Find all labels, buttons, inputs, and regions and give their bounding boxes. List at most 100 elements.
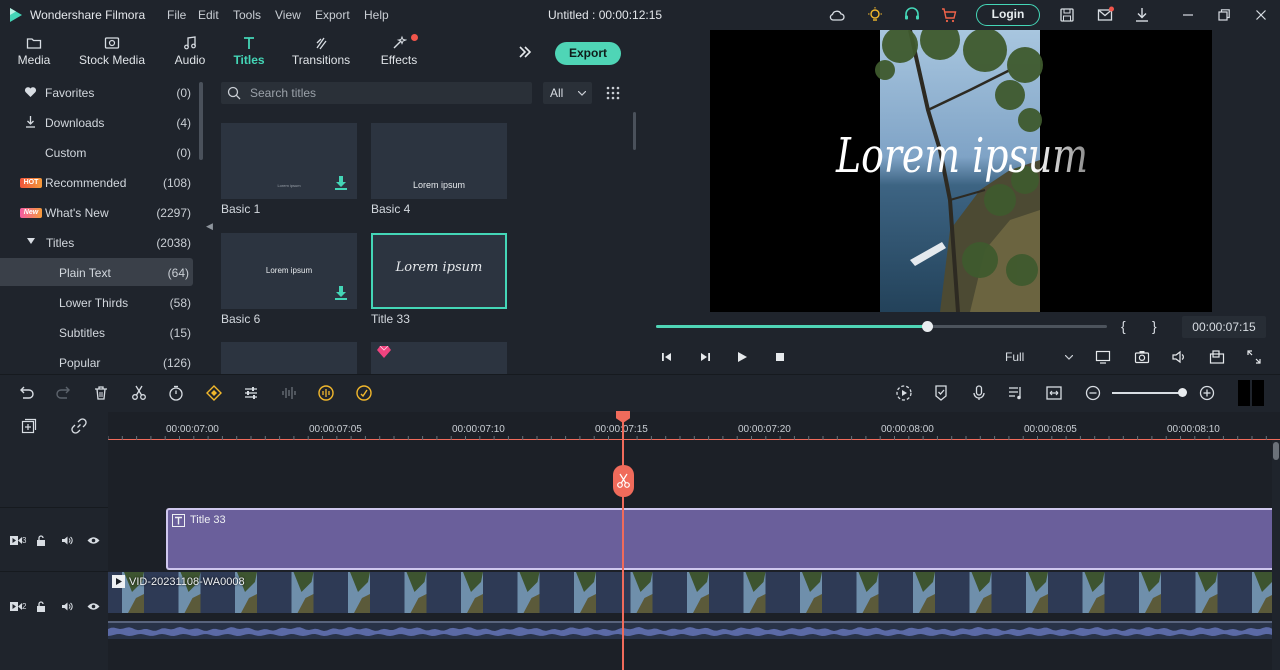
title-thumbnail-title-33[interactable]: Lorem ipsum: [371, 233, 507, 309]
menu-tools[interactable]: Tools: [233, 8, 261, 22]
audio-waveform-icon[interactable]: [280, 384, 298, 402]
playhead-line[interactable]: [622, 412, 624, 670]
add-track-icon[interactable]: [20, 417, 38, 435]
prev-frame-icon[interactable]: [659, 349, 675, 365]
maximize-icon[interactable]: [1215, 6, 1233, 24]
filter-dropdown[interactable]: All: [543, 82, 592, 104]
more-tabs-icon[interactable]: [517, 44, 533, 60]
tab-transitions[interactable]: Transitions: [290, 30, 352, 74]
timeline-vertical-scrollbar[interactable]: [1272, 440, 1280, 670]
timeline-ruler[interactable]: 00:00:07:00 00:00:07:05 00:00:07:10 00:0…: [108, 412, 1280, 440]
sidebar-item-plain-text[interactable]: Plain Text (64): [0, 258, 193, 286]
split-scissors-icon[interactable]: [130, 384, 148, 402]
tab-media[interactable]: Media: [12, 30, 56, 74]
title-thumbnail-basic-4[interactable]: Lorem ipsum: [371, 123, 507, 199]
sidebar-item-titles[interactable]: Titles (2038): [0, 228, 195, 256]
title-thumbnail-basic-1[interactable]: Lorem ipsum: [221, 123, 357, 199]
export-button[interactable]: Export: [555, 42, 621, 65]
microphone-icon[interactable]: [970, 384, 988, 402]
ruler-label: 00:00:07:10: [452, 424, 505, 435]
download-icon[interactable]: [1133, 6, 1151, 24]
split-at-playhead-button[interactable]: [613, 465, 634, 497]
speaker-icon[interactable]: [61, 535, 73, 546]
mail-icon[interactable]: [1096, 6, 1114, 24]
title-thumbnail[interactable]: [221, 342, 357, 374]
pip-icon[interactable]: [1209, 349, 1225, 365]
preview-scrub-handle[interactable]: [921, 321, 933, 332]
undo-icon[interactable]: [17, 384, 35, 402]
mark-in-button[interactable]: {: [1121, 318, 1126, 334]
empty-track-area: [108, 441, 1272, 507]
auto-sync-icon[interactable]: [355, 384, 373, 402]
stop-icon[interactable]: [772, 349, 788, 365]
cloud-icon[interactable]: [828, 6, 846, 24]
menu-export[interactable]: Export: [315, 8, 350, 22]
redo-icon[interactable]: [55, 384, 73, 402]
fit-timeline-icon[interactable]: [1045, 384, 1063, 402]
beat-sync-icon[interactable]: [317, 384, 335, 402]
speed-timer-icon[interactable]: [167, 384, 185, 402]
tab-stock-media[interactable]: Stock Media: [76, 30, 148, 74]
zoom-in-icon[interactable]: [1198, 384, 1216, 402]
next-frame-icon[interactable]: [697, 349, 713, 365]
title-thumbnail-basic-6[interactable]: Lorem ipsum: [221, 233, 357, 309]
render-preview-icon[interactable]: [895, 384, 913, 402]
title-clip[interactable]: Title 33: [166, 508, 1272, 570]
download-icon[interactable]: [335, 286, 347, 300]
sidebar-item-popular[interactable]: Popular (126): [0, 348, 195, 372]
display-settings-icon[interactable]: [1095, 349, 1111, 365]
timeline-zoom-handle[interactable]: [1178, 388, 1187, 397]
zoom-dropdown[interactable]: Full: [998, 348, 1078, 368]
link-icon[interactable]: [70, 417, 88, 435]
library-scrollbar[interactable]: [633, 112, 636, 150]
lock-icon[interactable]: [36, 601, 46, 612]
sidebar-item-subtitles[interactable]: Subtitles (15): [0, 318, 195, 346]
menu-edit[interactable]: Edit: [198, 8, 219, 22]
collapse-panel-icon[interactable]: ◀: [206, 216, 216, 236]
voiceover-list-icon[interactable]: [1007, 384, 1025, 402]
speaker-icon[interactable]: [61, 601, 73, 612]
sidebar-item-recommended[interactable]: HOT Recommended (108): [0, 168, 195, 196]
headset-icon[interactable]: [903, 6, 921, 24]
timeline-scroll-thumb[interactable]: [1273, 442, 1279, 460]
login-button[interactable]: Login: [976, 4, 1040, 26]
sidebar-item-lower-thirds[interactable]: Lower Thirds (58): [0, 288, 195, 316]
play-icon[interactable]: [734, 349, 750, 365]
video-clip[interactable]: VID-20231108-WA0008: [108, 572, 1272, 613]
lock-icon[interactable]: [36, 535, 46, 546]
zoom-out-icon[interactable]: [1084, 384, 1102, 402]
close-icon[interactable]: [1252, 6, 1270, 24]
timeline-zoom-slider[interactable]: [1112, 392, 1183, 394]
menu-view[interactable]: View: [275, 8, 301, 22]
eye-icon[interactable]: [87, 602, 100, 611]
audio-waveform-track[interactable]: [108, 621, 1272, 639]
mark-out-button[interactable]: }: [1152, 318, 1157, 334]
title-thumbnail[interactable]: [371, 342, 507, 374]
sidebar-item-custom[interactable]: Custom (0): [0, 138, 195, 166]
sidebar-item-whats-new[interactable]: New What's New (2297): [0, 198, 195, 226]
panel-layout-icon[interactable]: [1238, 380, 1264, 406]
tab-audio[interactable]: Audio: [170, 30, 210, 74]
track-header-2: 2: [0, 571, 108, 670]
lightbulb-icon[interactable]: [866, 6, 884, 24]
cart-icon[interactable]: [940, 6, 958, 24]
download-icon[interactable]: [335, 176, 347, 190]
keyframe-icon[interactable]: [205, 384, 223, 402]
menu-file[interactable]: File: [167, 8, 186, 22]
menu-help[interactable]: Help: [364, 8, 389, 22]
minimize-icon[interactable]: [1179, 6, 1197, 24]
volume-icon[interactable]: [1171, 349, 1187, 365]
eye-icon[interactable]: [87, 536, 100, 545]
adjust-icon[interactable]: [242, 384, 260, 402]
delete-icon[interactable]: [92, 384, 110, 402]
tab-titles[interactable]: Titles: [229, 30, 269, 74]
sidebar-scrollbar[interactable]: [199, 82, 203, 160]
sidebar-item-downloads[interactable]: Downloads (4): [0, 108, 195, 136]
marker-shield-icon[interactable]: [932, 384, 950, 402]
grid-view-icon[interactable]: [606, 86, 620, 100]
sidebar-item-favorites[interactable]: Favorites (0): [0, 78, 195, 106]
fullscreen-icon[interactable]: [1246, 349, 1262, 365]
snapshot-icon[interactable]: [1134, 349, 1150, 365]
search-input[interactable]: Search titles: [221, 82, 532, 104]
save-icon[interactable]: [1058, 6, 1076, 24]
